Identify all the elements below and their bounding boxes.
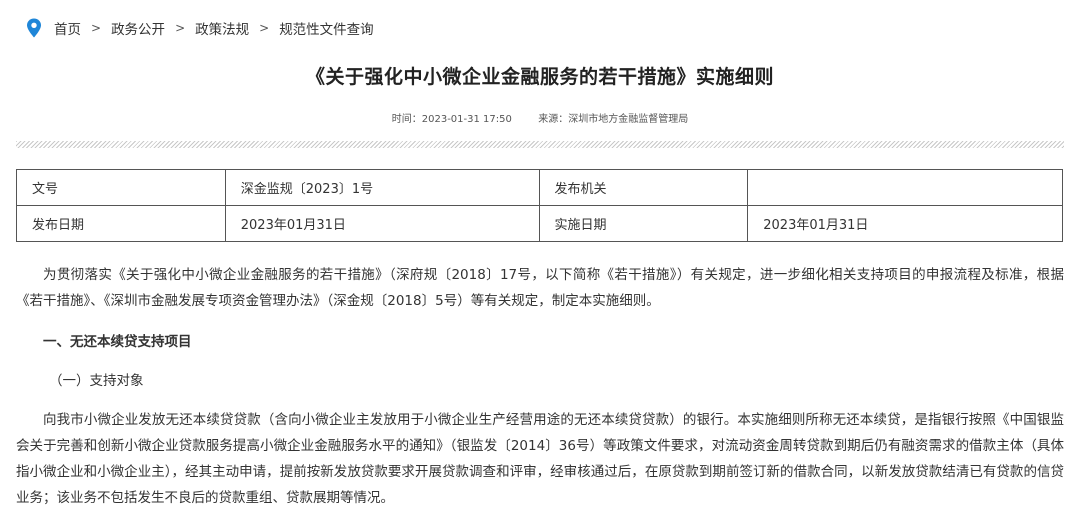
subsection-paragraph: 向我市小微企业发放无还本续贷贷款（含向小微企业主发放用于小微企业生产经营用途的无… xyxy=(16,412,1064,506)
article-body: 为贯彻落实《关于强化中小微企业金融服务的若干措施》（深府规〔2018〕17号，以… xyxy=(16,262,1064,511)
publish-date-label: 发布日期 xyxy=(16,205,226,242)
document-number-value: 深金监规〔2023〕1号 xyxy=(224,169,540,206)
source-label: 来源： xyxy=(538,114,569,125)
publish-date-value: 2023年01月31日 xyxy=(224,205,540,242)
section-heading: 一、无还本续贷支持项目 xyxy=(43,334,192,350)
source-value: 深圳市地方金融监督管理局 xyxy=(568,114,689,125)
breadcrumb-normative-documents[interactable]: 规范性文件查询 xyxy=(279,18,374,38)
breadcrumb-separator: > xyxy=(91,21,102,35)
intro-paragraph: 为贯彻落实《关于强化中小微企业金融服务的若干措施》（深府规〔2018〕17号，以… xyxy=(16,267,1064,309)
breadcrumb-home[interactable]: 首页 xyxy=(54,18,81,38)
article-meta: 时间：2023-01-31 17:50 来源：深圳市地方金融监督管理局 xyxy=(0,110,1080,125)
table-row: 文号 深金监规〔2023〕1号 发布机关 xyxy=(16,169,1063,206)
effective-date-label: 实施日期 xyxy=(538,205,749,242)
issuing-authority-value xyxy=(747,169,1063,206)
time-value: 2023-01-31 17:50 xyxy=(421,114,512,125)
table-row: 发布日期 2023年01月31日 实施日期 2023年01月31日 xyxy=(16,205,1063,242)
effective-date-value: 2023年01月31日 xyxy=(747,205,1063,242)
location-pin-icon xyxy=(27,18,41,38)
hatched-divider xyxy=(16,141,1064,148)
breadcrumb-separator: > xyxy=(175,21,186,35)
document-info-table: 文号 深金监规〔2023〕1号 发布机关 发布日期 2023年01月31日 实施… xyxy=(16,169,1063,242)
issuing-authority-label: 发布机关 xyxy=(538,169,749,206)
article-title: 《关于强化中小微企业金融服务的若干措施》实施细则 xyxy=(305,66,774,88)
breadcrumb: 首页 > 政务公开 > 政策法规 > 规范性文件查询 xyxy=(26,17,374,39)
subsection-heading: （一）支持对象 xyxy=(49,373,144,389)
breadcrumb-separator: > xyxy=(259,21,270,35)
time-label: 时间： xyxy=(391,114,422,125)
breadcrumb-policies[interactable]: 政策法规 xyxy=(195,18,249,38)
breadcrumb-government-affairs[interactable]: 政务公开 xyxy=(111,18,165,38)
document-number-label: 文号 xyxy=(16,169,226,206)
